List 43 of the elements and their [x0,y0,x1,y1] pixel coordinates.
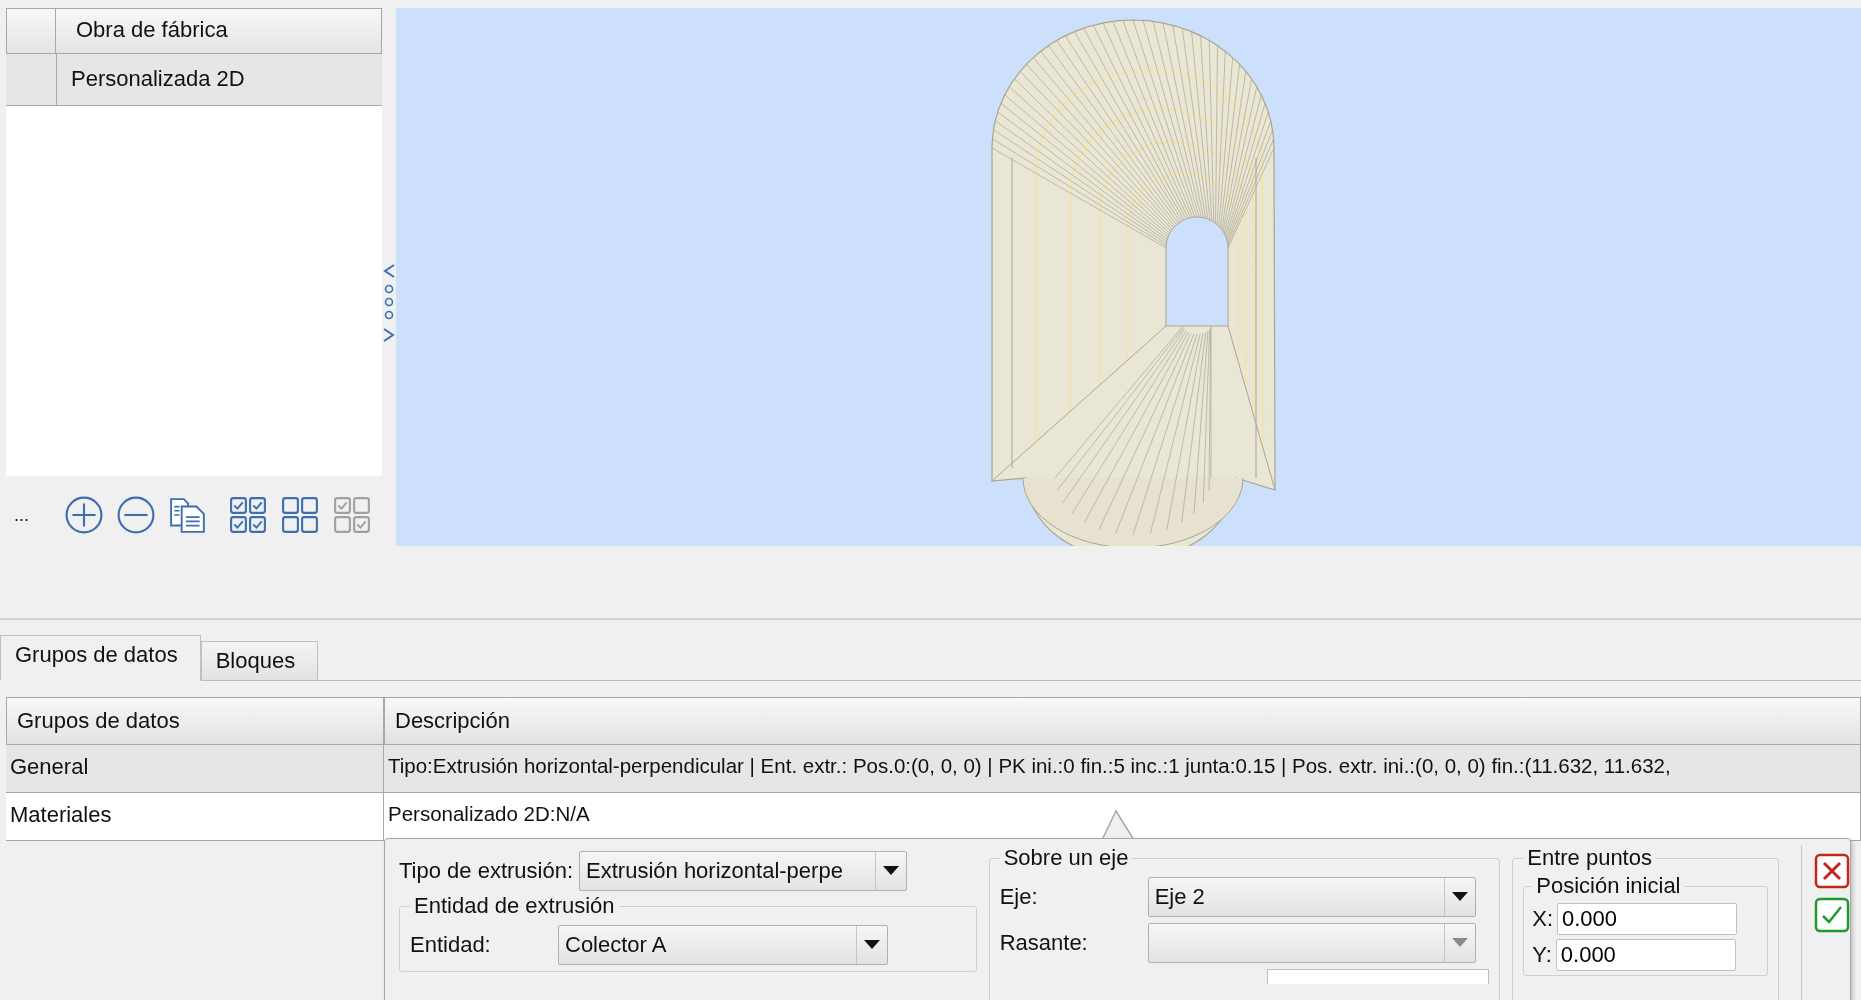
input-field[interactable]: 0.000 [1557,903,1737,935]
tab[interactable]: Grupos de datos [0,635,201,681]
caret-icon [883,866,900,876]
group-title: Entidad de extrusión [413,893,616,919]
column-header[interactable]: Obra de fábrica [56,8,382,54]
splitter-handle-icon[interactable] [382,263,396,343]
group-title: Posición inicial [1535,873,1682,899]
field-label: Tipo de extrusión: [399,858,574,884]
group-title: Entre puntos [1526,845,1653,871]
column-header[interactable]: Grupos de datos [6,697,384,745]
caret-icon [864,940,880,950]
group-title: Sobre un eje [1002,845,1130,871]
add-icon[interactable] [65,496,103,535]
more-button[interactable]: ... [14,504,29,526]
cancel-button[interactable] [1814,853,1850,889]
table-cell[interactable]: General [6,745,384,793]
dropdown[interactable]: Colector A [558,925,888,965]
field-label: Entidad: [410,932,492,958]
grid-icon[interactable] [281,496,319,535]
list-row[interactable]: Personalizada 2D [6,54,382,106]
table-cell: Tipo:Extrusión horizontal-perpendicular | Ent. extr.: Pos.0:(0, 0, 0) | PK ini.:0 fin.:5 inc.:1 junta:0.15 | Pos. extr. ini.:(0, 0, 0) fin.:(11.632, 11.632, [384,745,1861,793]
remove-icon[interactable] [117,496,155,535]
column-header[interactable]: Descripción [384,697,1861,745]
field-label: Y: [1532,942,1552,968]
input-field[interactable] [1267,969,1490,984]
select-all-icon[interactable] [229,496,267,535]
copy-icon[interactable] [169,496,207,535]
check-icon [1814,897,1850,933]
dropdown[interactable]: Eje 2 [1147,877,1476,917]
accept-button[interactable] [1814,897,1850,933]
header-corner [6,8,56,54]
field-label: X: [1532,906,1553,932]
field-label: Rasante: [999,930,1089,956]
caret-icon [1451,938,1468,948]
tab[interactable]: Bloques [200,641,319,680]
input-field[interactable]: 0.000 [1555,939,1736,971]
table-cell: Personalizado 2D:N/A [384,793,1861,841]
table-cell[interactable]: Materiales [6,793,384,841]
caret-icon [1451,892,1468,902]
dropdown[interactable]: Extrusión horizontal-perpe [579,851,908,891]
close-icon [1814,853,1850,889]
field-label: Eje: [999,884,1039,910]
invert-selection-icon[interactable] [333,496,371,535]
